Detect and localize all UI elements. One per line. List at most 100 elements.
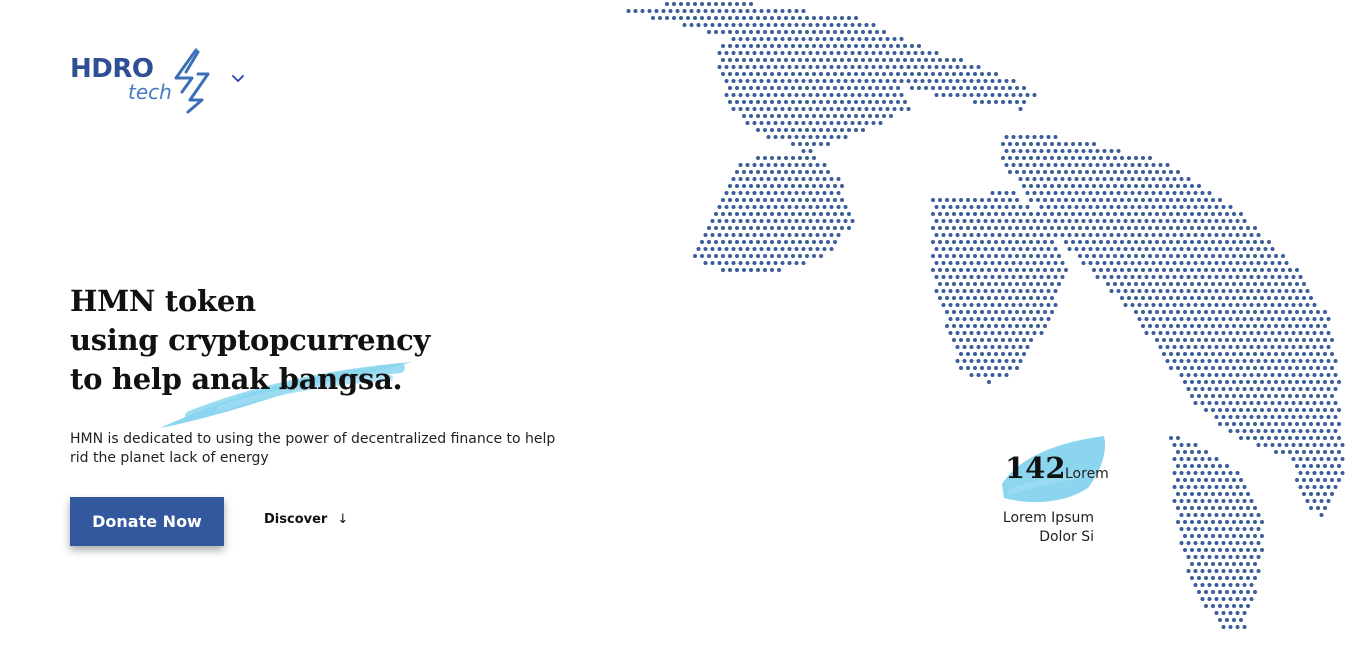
map-dot — [1183, 212, 1187, 216]
map-dot — [1242, 387, 1247, 391]
map-dot — [1127, 170, 1131, 174]
map-dot — [819, 72, 823, 76]
map-dot — [1214, 205, 1219, 209]
map-dot — [815, 65, 820, 69]
map-dot — [1197, 240, 1201, 244]
map-dot — [1316, 366, 1320, 370]
map-dot — [1260, 324, 1264, 328]
map-dot — [759, 121, 764, 125]
map-dot — [1186, 387, 1191, 391]
map-dot — [864, 121, 869, 125]
map-dot — [1025, 345, 1030, 349]
map-dot — [707, 254, 711, 258]
map-dot — [952, 282, 956, 286]
map-dot — [1232, 394, 1236, 398]
map-dot — [1172, 317, 1177, 321]
map-dot — [1053, 289, 1058, 293]
map-dot — [693, 254, 697, 258]
map-dot — [833, 212, 837, 216]
map-dot — [1099, 184, 1103, 188]
map-dot — [784, 156, 788, 160]
map-dot — [850, 79, 855, 83]
logo[interactable]: HDRO tech — [70, 48, 220, 114]
map-dot — [1288, 422, 1292, 426]
map-dot — [976, 331, 981, 335]
map-dot — [1221, 261, 1226, 265]
map-dot — [1120, 268, 1124, 272]
map-dot — [1281, 422, 1285, 426]
map-dot — [1148, 324, 1152, 328]
map-dot — [1246, 352, 1250, 356]
map-dot — [815, 177, 820, 181]
map-dot — [756, 44, 760, 48]
map-dot — [1214, 555, 1219, 559]
map-dot — [1130, 233, 1135, 237]
map-dot — [1326, 471, 1331, 475]
map-dot — [1186, 247, 1191, 251]
map-dot — [1155, 184, 1159, 188]
map-dot — [1092, 156, 1096, 160]
map-dot — [1249, 527, 1254, 531]
map-dot — [693, 2, 697, 6]
map-dot — [791, 114, 795, 118]
map-dot — [1270, 373, 1275, 377]
map-dot — [962, 247, 967, 251]
map-dot — [749, 268, 753, 272]
map-dot — [1043, 310, 1047, 314]
map-dot — [1053, 247, 1058, 251]
map-dot — [1218, 394, 1222, 398]
map-dot — [1036, 310, 1040, 314]
map-dot — [826, 240, 830, 244]
map-dot — [1309, 296, 1313, 300]
map-dot — [756, 114, 760, 118]
map-dot — [1225, 366, 1229, 370]
map-dot — [1200, 331, 1205, 335]
discover-link[interactable]: Discover ↓ — [264, 512, 348, 527]
map-dot — [1001, 310, 1005, 314]
map-dot — [1008, 226, 1012, 230]
map-dot — [1190, 506, 1194, 510]
map-dot — [1078, 226, 1082, 230]
map-dot — [1183, 184, 1187, 188]
map-dot — [1193, 485, 1198, 489]
map-dot — [1204, 520, 1208, 524]
map-dot — [1106, 282, 1110, 286]
map-dot — [1204, 296, 1208, 300]
map-dot — [1284, 373, 1289, 377]
map-dot — [1074, 149, 1079, 153]
map-dot — [1106, 254, 1110, 258]
map-dot — [1228, 247, 1233, 251]
map-dot — [763, 114, 767, 118]
map-dot — [1102, 219, 1107, 223]
map-dot — [717, 23, 722, 27]
map-dot — [1001, 268, 1005, 272]
map-dot — [1127, 226, 1131, 230]
map-dot — [1176, 352, 1180, 356]
map-dot — [745, 107, 750, 111]
map-dot — [1141, 254, 1145, 258]
map-dot — [1088, 191, 1093, 195]
map-dot — [966, 226, 970, 230]
map-dot — [1218, 590, 1222, 594]
map-dot — [1092, 226, 1096, 230]
map-dot — [1029, 212, 1033, 216]
map-dot — [945, 282, 949, 286]
donate-now-button[interactable]: Donate Now — [70, 497, 224, 546]
map-dot — [1004, 261, 1009, 265]
map-dot — [1211, 366, 1215, 370]
map-dot — [1260, 352, 1264, 356]
map-dot — [1270, 275, 1275, 279]
map-dot — [1092, 254, 1096, 258]
map-dot — [1071, 156, 1075, 160]
map-dot — [1074, 205, 1079, 209]
map-dot — [1001, 86, 1005, 90]
map-dot — [1200, 373, 1205, 377]
map-dot — [784, 114, 788, 118]
chevron-down-icon[interactable] — [230, 70, 246, 86]
map-dot — [875, 72, 879, 76]
map-dot — [819, 30, 823, 34]
map-dot — [808, 247, 813, 251]
map-dot — [1141, 184, 1145, 188]
map-dot — [990, 219, 995, 223]
map-dot — [1323, 380, 1327, 384]
